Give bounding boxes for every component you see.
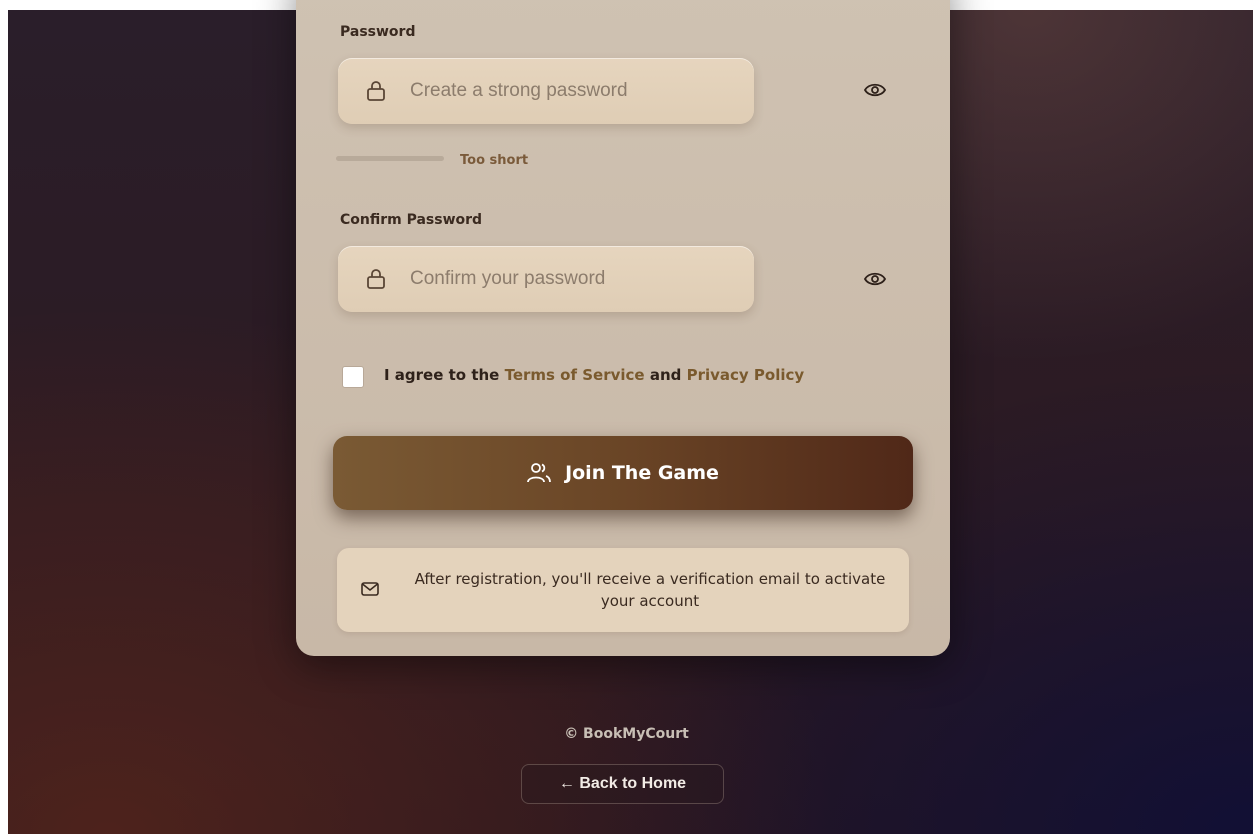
- agree-and: and: [644, 366, 687, 384]
- mail-icon: [361, 582, 379, 596]
- confirm-password-input[interactable]: [410, 246, 740, 312]
- password-strength-bar: [336, 156, 444, 161]
- password-label: Password: [340, 24, 416, 40]
- agree-prefix: I agree to the: [384, 366, 505, 384]
- terms-of-service-link[interactable]: Terms of Service: [505, 366, 645, 384]
- confirm-password-label: Confirm Password: [340, 212, 483, 228]
- password-strength-text: Too short: [460, 153, 529, 168]
- password-input[interactable]: [410, 58, 740, 124]
- back-to-home-button[interactable]: ← Back to Home: [521, 764, 724, 804]
- lock-icon: [367, 269, 385, 289]
- verification-info-text: After registration, you'll receive a ver…: [414, 570, 886, 610]
- confirm-password-field-wrapper[interactable]: [338, 246, 754, 312]
- lock-icon: [367, 81, 385, 101]
- copyright-text: © BookMyCourt: [564, 726, 689, 742]
- eye-icon[interactable]: [864, 271, 886, 287]
- join-button-label: Join The Game: [565, 462, 719, 484]
- users-icon: [527, 463, 551, 483]
- join-the-game-button[interactable]: Join The Game: [333, 436, 913, 510]
- password-field-wrapper[interactable]: [338, 58, 754, 124]
- eye-icon[interactable]: [864, 82, 886, 98]
- terms-checkbox[interactable]: [342, 366, 364, 388]
- privacy-policy-link[interactable]: Privacy Policy: [687, 366, 805, 384]
- verification-info-box: After registration, you'll receive a ver…: [337, 548, 909, 632]
- terms-agreement-text: I agree to the Terms of Service and Priv…: [384, 366, 804, 384]
